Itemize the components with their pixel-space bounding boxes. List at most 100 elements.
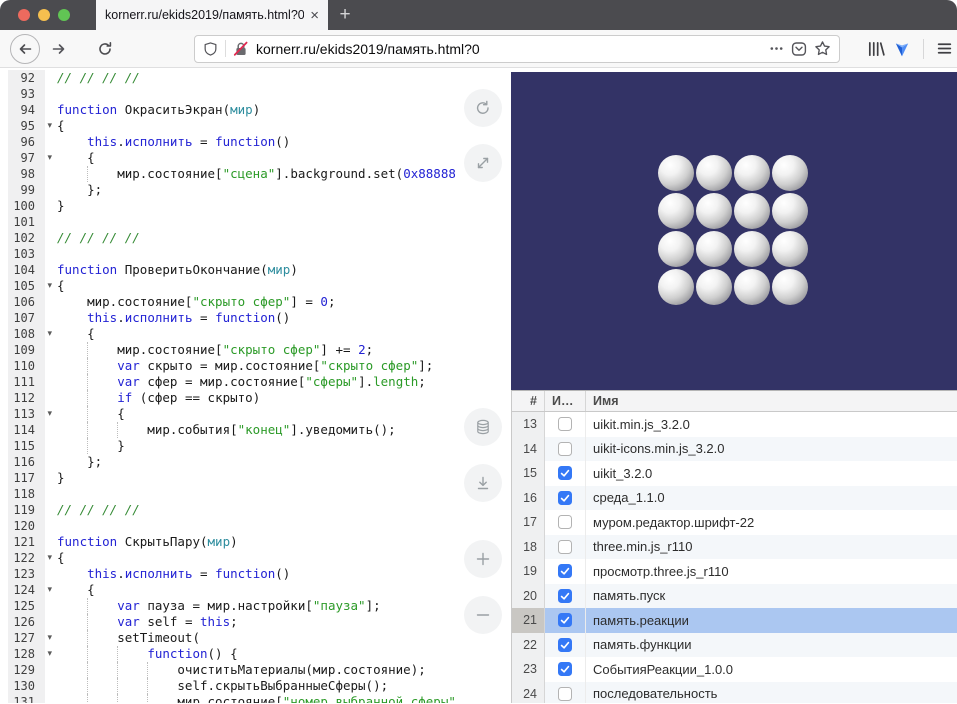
- row-checkbox[interactable]: [558, 589, 572, 603]
- line-number[interactable]: 124▾: [8, 582, 45, 598]
- tracking-protection-shield-icon[interactable]: [203, 41, 218, 57]
- row-checkbox[interactable]: [558, 540, 572, 554]
- code-line[interactable]: // // // //: [45, 502, 455, 518]
- url-text[interactable]: kornerr.ru/ekids2019/память.html?0: [256, 41, 762, 57]
- table-row[interactable]: 15uikit_3.2.0: [512, 461, 957, 486]
- row-checkbox[interactable]: [558, 417, 572, 431]
- table-row[interactable]: 21память.реакции: [512, 608, 957, 633]
- library-icon[interactable]: [867, 40, 885, 58]
- code-line[interactable]: мир.состояние["номер выбранной сферы"]: [45, 694, 455, 703]
- line-number[interactable]: 131: [8, 694, 45, 703]
- line-number[interactable]: 120: [8, 518, 45, 534]
- code-line[interactable]: function() {: [45, 646, 455, 662]
- row-checkbox[interactable]: [558, 442, 572, 456]
- line-number[interactable]: 130: [8, 678, 45, 694]
- table-row[interactable]: 19просмотр.three.js_r110: [512, 559, 957, 584]
- line-number[interactable]: 128▾: [8, 646, 45, 662]
- table-row[interactable]: 17муром.редактор.шрифт-22: [512, 510, 957, 535]
- line-number[interactable]: 113▾: [8, 406, 45, 422]
- code-line[interactable]: }: [45, 470, 455, 486]
- code-line[interactable]: self.скрытьВыбранныеСферы();: [45, 678, 455, 694]
- page-actions-icon[interactable]: [769, 41, 784, 56]
- code-line[interactable]: {: [45, 150, 455, 166]
- code-line[interactable]: if (сфер == скрыто): [45, 390, 455, 406]
- line-number[interactable]: 92: [8, 70, 45, 86]
- row-checkbox[interactable]: [558, 466, 572, 480]
- download-button[interactable]: [464, 464, 502, 502]
- code-line[interactable]: this.исполнить = function(): [45, 566, 455, 582]
- line-number[interactable]: 95▾: [8, 118, 45, 134]
- extension-icon[interactable]: [893, 40, 911, 58]
- line-number[interactable]: 115: [8, 438, 45, 454]
- code-line[interactable]: var скрыто = мир.состояние["скрыто сфер"…: [45, 358, 455, 374]
- code-line[interactable]: var сфер = мир.состояние["сферы"].length…: [45, 374, 455, 390]
- line-number[interactable]: 118: [8, 486, 45, 502]
- code-line[interactable]: var self = this;: [45, 614, 455, 630]
- line-number[interactable]: 98: [8, 166, 45, 182]
- code-line[interactable]: function ПроверитьОкончание(мир): [45, 262, 455, 278]
- row-checkbox[interactable]: [558, 638, 572, 652]
- code-line[interactable]: var пауза = мир.настройки["пауза"];: [45, 598, 455, 614]
- line-number[interactable]: 123: [8, 566, 45, 582]
- code-line[interactable]: мир.состояние["скрыто сфер"] = 0;: [45, 294, 455, 310]
- code-line[interactable]: function ОкраситьЭкран(мир): [45, 102, 455, 118]
- line-number[interactable]: 112: [8, 390, 45, 406]
- tab-close-icon[interactable]: ×: [304, 8, 319, 23]
- close-window-button[interactable]: [18, 9, 30, 21]
- scene-canvas[interactable]: [511, 72, 957, 390]
- reload-button[interactable]: [90, 34, 120, 64]
- code-line[interactable]: }: [45, 438, 455, 454]
- url-bar[interactable]: kornerr.ru/ekids2019/память.html?0: [194, 35, 840, 63]
- add-button[interactable]: [464, 540, 502, 578]
- table-row[interactable]: 14uikit-icons.min.js_3.2.0: [512, 437, 957, 462]
- forward-button[interactable]: [44, 34, 74, 64]
- row-checkbox[interactable]: [558, 564, 572, 578]
- line-number[interactable]: 121: [8, 534, 45, 550]
- code-line[interactable]: {: [45, 278, 455, 294]
- editor-code[interactable]: // // // //function ОкраситьЭкран(мир){ …: [45, 70, 455, 703]
- code-line[interactable]: setTimeout(: [45, 630, 455, 646]
- line-number[interactable]: 107: [8, 310, 45, 326]
- code-line[interactable]: мир.состояние["скрыто сфер"] += 2;: [45, 342, 455, 358]
- table-row[interactable]: 24последовательность: [512, 682, 957, 704]
- table-row[interactable]: 20память.пуск: [512, 584, 957, 609]
- table-row[interactable]: 22память.функции: [512, 633, 957, 658]
- code-line[interactable]: };: [45, 182, 455, 198]
- code-line[interactable]: function СкрытьПару(мир): [45, 534, 455, 550]
- line-number[interactable]: 127▾: [8, 630, 45, 646]
- line-number[interactable]: 106: [8, 294, 45, 310]
- remove-button[interactable]: [464, 596, 502, 634]
- table-row[interactable]: 18three.min.js_r110: [512, 535, 957, 560]
- new-tab-button[interactable]: +: [328, 0, 362, 30]
- code-line[interactable]: {: [45, 326, 455, 342]
- row-checkbox[interactable]: [558, 491, 572, 505]
- code-line[interactable]: {: [45, 118, 455, 134]
- menu-hamburger-icon[interactable]: [936, 40, 953, 57]
- line-number[interactable]: 125: [8, 598, 45, 614]
- code-line[interactable]: this.исполнить = function(): [45, 134, 455, 150]
- code-line[interactable]: [45, 518, 455, 534]
- insecure-connection-icon[interactable]: [233, 41, 249, 57]
- code-line[interactable]: }: [45, 198, 455, 214]
- row-checkbox[interactable]: [558, 613, 572, 627]
- code-line[interactable]: [45, 486, 455, 502]
- back-button[interactable]: [10, 34, 40, 64]
- row-checkbox[interactable]: [558, 687, 572, 701]
- code-line[interactable]: this.исполнить = function(): [45, 310, 455, 326]
- line-number[interactable]: 105▾: [8, 278, 45, 294]
- line-number[interactable]: 114: [8, 422, 45, 438]
- row-checkbox[interactable]: [558, 662, 572, 676]
- code-line[interactable]: [45, 246, 455, 262]
- line-number[interactable]: 117: [8, 470, 45, 486]
- line-number[interactable]: 110: [8, 358, 45, 374]
- line-number[interactable]: 116: [8, 454, 45, 470]
- line-number[interactable]: 96: [8, 134, 45, 150]
- table-row[interactable]: 16среда_1.1.0: [512, 486, 957, 511]
- line-number[interactable]: 119: [8, 502, 45, 518]
- code-editor[interactable]: 92939495▾9697▾9899100101102103104105▾106…: [0, 68, 455, 703]
- bookmark-star-icon[interactable]: [814, 40, 831, 57]
- line-number[interactable]: 126: [8, 614, 45, 630]
- code-line[interactable]: мир.состояние["сцена"].background.set(0x…: [45, 166, 455, 182]
- line-number[interactable]: 93: [8, 86, 45, 102]
- code-line[interactable]: {: [45, 550, 455, 566]
